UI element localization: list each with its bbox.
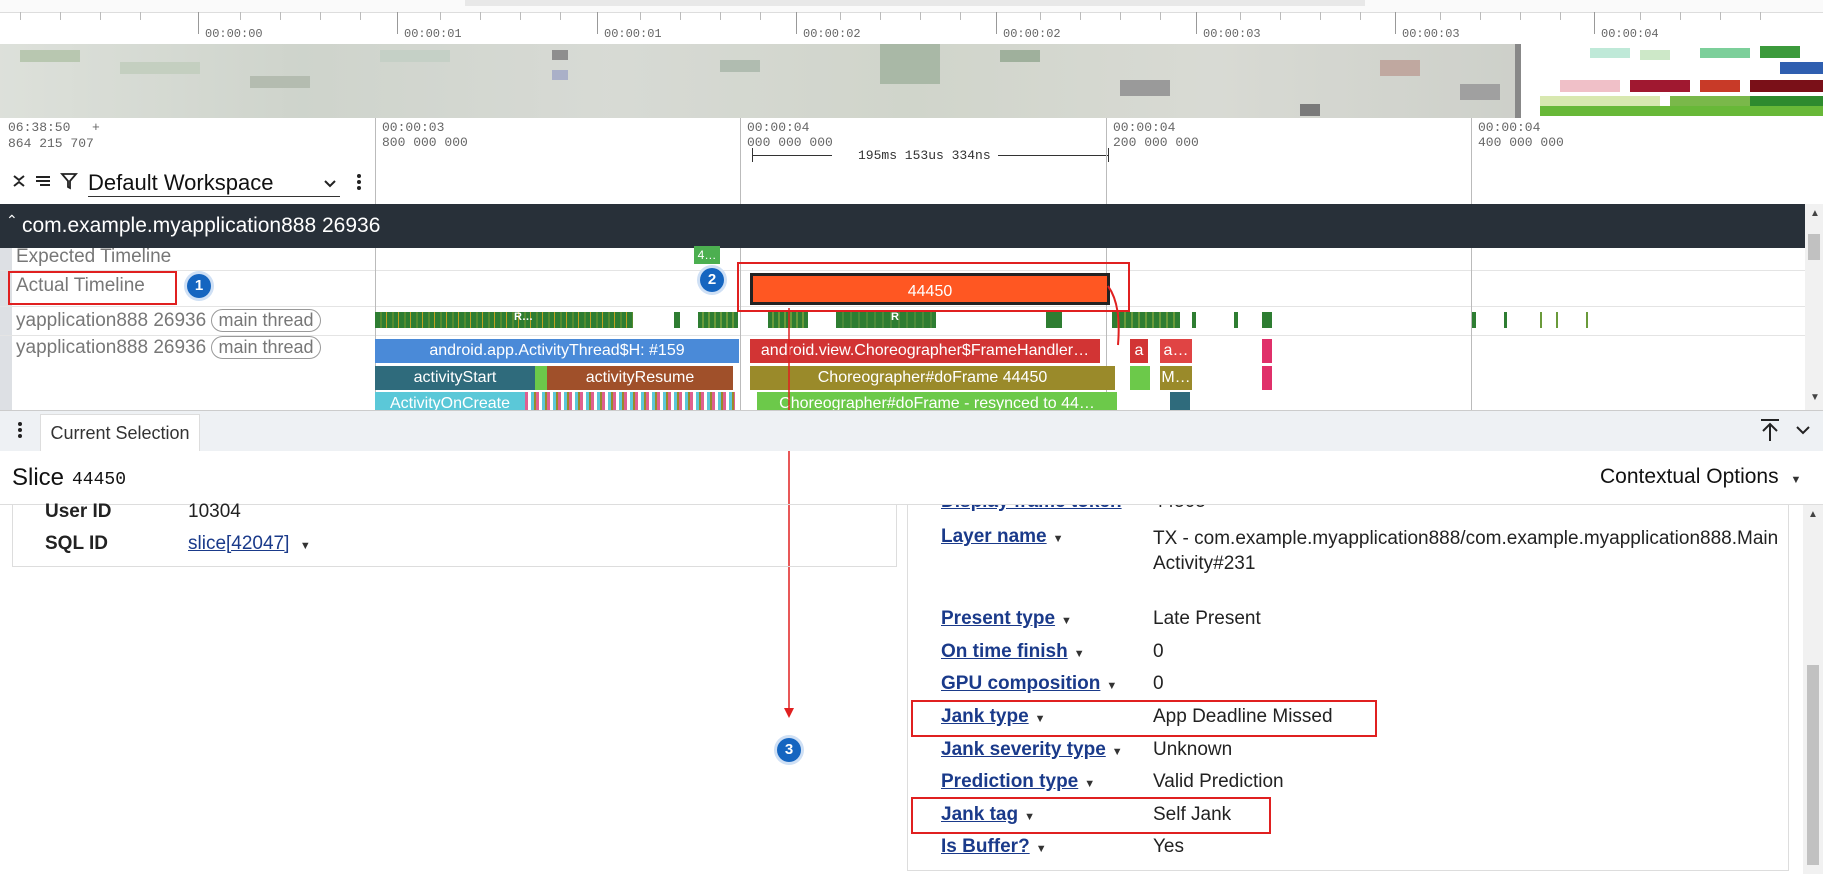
- chevron-down-icon[interactable]: [1794, 421, 1812, 439]
- sql-id-value[interactable]: slice[42047]: [188, 533, 289, 554]
- detail-value: Late Present: [1153, 608, 1261, 629]
- detail-value: 0: [1153, 641, 1164, 662]
- contextual-options-label: Contextual Options: [1600, 465, 1779, 488]
- annotation-badge-3: 3: [777, 738, 801, 762]
- detail-value: Unknown: [1153, 739, 1233, 760]
- scrollbar-thumb[interactable]: [1807, 665, 1819, 865]
- detail-key-link[interactable]: Display frame token: [941, 505, 1122, 512]
- slice-details-header: Slice 44450 Contextual Options ▼: [0, 450, 1823, 505]
- detail-key-link[interactable]: Layer name: [941, 526, 1047, 547]
- detail-value: 0: [1153, 673, 1164, 694]
- details-tabbar: [0, 410, 1823, 451]
- contextual-options-button[interactable]: Contextual Options ▼: [1600, 465, 1801, 489]
- scroll-up-icon[interactable]: ▲: [1808, 509, 1818, 520]
- detail-value: 10304: [188, 501, 241, 522]
- detail-key: SQL ID: [45, 533, 108, 554]
- maximize-panel-icon[interactable]: [1758, 417, 1782, 443]
- kebab-icon[interactable]: [14, 421, 26, 441]
- detail-key-link[interactable]: Prediction type: [941, 771, 1078, 792]
- caret-down-icon[interactable]: ▼: [1061, 615, 1072, 627]
- caret-down-icon[interactable]: ▼: [1084, 778, 1095, 790]
- caret-down-icon[interactable]: ▼: [1036, 843, 1047, 855]
- clipped-row: Display frame token 44505: [907, 505, 1787, 513]
- caret-down-icon: ▼: [1790, 474, 1802, 486]
- detail-key-cell[interactable]: Is Buffer? ▼: [941, 836, 1047, 866]
- caret-down-icon[interactable]: ▼: [1053, 533, 1064, 545]
- details-scrollbar[interactable]: ▲: [1803, 505, 1823, 874]
- detail-key-cell[interactable]: GPU composition ▼: [941, 673, 1117, 703]
- detail-key-link[interactable]: GPU composition: [941, 673, 1100, 694]
- scrollbar-thumb[interactable]: [1808, 234, 1820, 260]
- detail-key-link[interactable]: Is Buffer?: [941, 836, 1030, 857]
- layer-name-value: TX - com.example.myapplication888/com.ex…: [1153, 528, 1779, 574]
- detail-key-link[interactable]: On time finish: [941, 641, 1068, 662]
- detail-key: User ID: [45, 501, 112, 522]
- caret-down-icon[interactable]: ▼: [1074, 648, 1085, 660]
- slice-id: 44450: [72, 470, 127, 490]
- highlight-box-jank-tag: [911, 797, 1271, 834]
- detail-key-cell[interactable]: Layer name ▼: [941, 526, 1064, 556]
- detail-key-cell[interactable]: Jank severity type ▼: [941, 739, 1123, 769]
- detail-value: 44505: [1153, 505, 1206, 512]
- detail-key-link[interactable]: Jank severity type: [941, 739, 1106, 760]
- detail-key-link[interactable]: Present type: [941, 608, 1055, 629]
- detail-value: Yes: [1153, 836, 1184, 857]
- detail-value-row: 10304: [188, 501, 241, 531]
- details-card-left: [12, 505, 897, 567]
- caret-down-icon[interactable]: ▼: [1106, 680, 1117, 692]
- panel-title: Slice: [12, 464, 65, 491]
- detail-key-cell[interactable]: On time finish ▼: [941, 641, 1085, 671]
- highlight-box-jank-type: [911, 700, 1377, 737]
- sql-id-link[interactable]: slice[42047] ▼: [188, 533, 311, 563]
- detail-row: User ID: [45, 501, 112, 531]
- scroll-up-icon[interactable]: ▲: [1810, 208, 1820, 219]
- scroll-down-icon[interactable]: ▼: [1810, 392, 1820, 403]
- detail-key-cell[interactable]: Present type ▼: [941, 608, 1072, 638]
- tab-current-selection[interactable]: Current Selection: [40, 414, 200, 451]
- caret-down-icon[interactable]: ▼: [1112, 746, 1123, 758]
- caret-down-icon[interactable]: ▼: [300, 540, 311, 552]
- detail-row: SQL ID: [45, 533, 108, 563]
- track-scrollbar[interactable]: ▲ ▼: [1805, 204, 1823, 410]
